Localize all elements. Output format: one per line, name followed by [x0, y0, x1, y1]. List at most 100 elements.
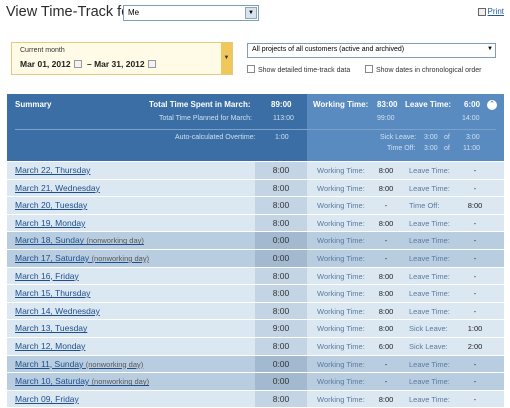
day-row: March 15, Thursday 8:00 Working Time: 8:00…	[7, 285, 504, 303]
planned-value: 113:00	[273, 115, 294, 122]
leave-label: Leave Time:	[409, 236, 450, 246]
leave-label: Leave Time:	[409, 306, 450, 316]
period-dropdown-button[interactable]: ▼	[221, 43, 232, 74]
project-select[interactable]: All projects of all customers (active an…	[247, 43, 496, 58]
day-link[interactable]: March 17, Saturday (nonworking day)	[15, 253, 149, 263]
show-details-label: Show detailed time-track data	[258, 67, 351, 74]
day-link[interactable]: March 14, Wednesday	[15, 306, 100, 316]
day-link[interactable]: March 15, Thursday	[15, 288, 90, 298]
printer-icon	[477, 7, 486, 16]
leave-label: Leave Time:	[409, 271, 450, 281]
day-total: 9:00	[255, 320, 307, 337]
working-label: Working Time:	[317, 236, 365, 246]
working-label: Working Time:	[317, 324, 365, 334]
working-value: -	[384, 253, 388, 263]
day-total: 0:00	[255, 373, 307, 390]
working-label: Working Time:	[317, 166, 365, 175]
leave-value: -	[473, 166, 477, 175]
leave-value: 2:00	[467, 341, 483, 351]
calendar-icon[interactable]	[147, 60, 156, 68]
calendar-icon[interactable]	[73, 60, 82, 68]
day-link[interactable]: March 22, Thursday	[15, 165, 90, 175]
leave-value: 1:00	[467, 324, 483, 334]
print-link[interactable]: Print	[477, 7, 504, 16]
leave-label: Leave Time:	[409, 377, 450, 387]
day-link[interactable]: March 21, Wednesday	[15, 183, 100, 193]
print-label: Print	[487, 7, 504, 16]
working-value: -	[384, 201, 388, 211]
page-title: View Time-Track for:	[6, 4, 139, 20]
leave-label: Leave Time:	[409, 394, 450, 404]
period-selector[interactable]: Current month Mar 01, 2012 – Mar 31, 201…	[11, 42, 233, 75]
user-select[interactable]: Me ▼	[123, 5, 259, 21]
timeoff-used: 3:00	[424, 145, 438, 152]
working-value: 8:00	[378, 324, 394, 334]
day-row: March 20, Tuesday 8:00 Working Time: - Time…	[7, 197, 504, 215]
checkbox-icon[interactable]	[247, 65, 255, 73]
collapse-icon[interactable]: ⌃	[487, 100, 497, 110]
timeoff-total: 11:00	[463, 145, 480, 152]
day-link[interactable]: March 09, Friday	[15, 394, 79, 404]
day-link[interactable]: March 12, Monday	[15, 341, 85, 351]
timeoff-of: of	[444, 145, 450, 152]
total-label: Total Time Spent in March:	[149, 100, 251, 109]
leave-value: -	[473, 236, 477, 246]
summary-panel: Summary Total Time Spent in March: 89:00…	[7, 94, 504, 161]
working-label: Working Time:	[317, 218, 365, 228]
day-row: March 13, Tuesday 9:00 Working Time: 8:00 S…	[7, 320, 504, 338]
leave-value: -	[473, 271, 477, 281]
sick-label: Sick Leave:	[380, 134, 417, 141]
day-row: March 10, Saturday (nonworking day) 0:00 W…	[7, 373, 504, 391]
leave-value: 6:00	[464, 100, 481, 109]
leave-label: Leave Time:	[409, 359, 450, 369]
leave-value: -	[473, 359, 477, 369]
show-details-checkbox[interactable]: Show detailed time-track data	[247, 65, 350, 74]
leave-label: Leave Time:	[405, 100, 452, 109]
leave-label: Leave Time:	[409, 183, 450, 193]
chevron-down-icon[interactable]: ▼	[245, 7, 257, 19]
working-value: 8:00	[378, 306, 394, 316]
leave-label: Sick Leave:	[409, 324, 448, 334]
period-dates: Mar 01, 2012 – Mar 31, 2012	[20, 59, 159, 69]
show-dates-checkbox[interactable]: Show dates in chronological order	[365, 65, 481, 74]
day-link[interactable]: March 16, Friday	[15, 271, 79, 281]
day-row: March 17, Saturday (nonworking day) 0:00 W…	[7, 249, 504, 268]
day-link[interactable]: March 13, Tuesday	[15, 323, 87, 333]
day-row: March 12, Monday 8:00 Working Time: 6:00 Si…	[7, 337, 504, 356]
chevron-down-icon[interactable]: ▼	[487, 46, 493, 52]
day-link[interactable]: March 20, Tuesday	[15, 200, 87, 210]
day-total: 8:00	[255, 302, 307, 320]
period-label: Current month	[20, 47, 65, 54]
day-row: March 19, Monday 8:00 Working Time: 8:00 Le…	[7, 214, 504, 233]
checkbox-icon[interactable]	[365, 65, 373, 73]
period-from[interactable]: Mar 01, 2012	[20, 59, 71, 69]
sick-of: of	[444, 134, 450, 141]
summary-title: Summary	[15, 100, 52, 109]
sick-used: 3:00	[424, 134, 438, 141]
working-label: Working Time:	[317, 359, 365, 369]
user-select-value: Me	[128, 8, 140, 17]
working-label: Working Time:	[317, 253, 365, 263]
working-label: Working Time:	[317, 394, 365, 404]
period-to[interactable]: Mar 31, 2012	[94, 59, 145, 69]
working-planned: 99:00	[377, 115, 395, 122]
day-row: March 18, Sunday (nonworking day) 0:00 Wor…	[7, 232, 504, 250]
day-link[interactable]: March 18, Sunday (nonworking day)	[15, 235, 144, 245]
overtime-value: 1:00	[275, 134, 289, 141]
working-value: -	[384, 377, 388, 387]
leave-planned: 14:00	[462, 115, 480, 122]
period-separator: –	[86, 59, 92, 69]
working-label: Working Time:	[317, 183, 365, 193]
day-row: March 11, Sunday (nonworking day) 0:00 Wor…	[7, 355, 504, 374]
working-label: Working Time:	[313, 100, 369, 109]
working-value: -	[384, 359, 388, 369]
show-dates-label: Show dates in chronological order	[376, 67, 482, 74]
day-link[interactable]: March 19, Monday	[15, 218, 85, 228]
day-link[interactable]: March 10, Saturday (nonworking day)	[15, 376, 149, 386]
day-row: March 16, Friday 8:00 Working Time: 8:00 Le…	[7, 267, 504, 286]
day-link[interactable]: March 11, Sunday (nonworking day)	[15, 359, 143, 369]
project-select-value: All projects of all customers (active an…	[252, 46, 405, 53]
top-bar: View Time-Track for: Me ▼ Print	[0, 0, 510, 30]
day-total: 8:00	[255, 390, 307, 408]
day-row: March 21, Wednesday 8:00 Working Time: 8:0…	[7, 179, 504, 198]
